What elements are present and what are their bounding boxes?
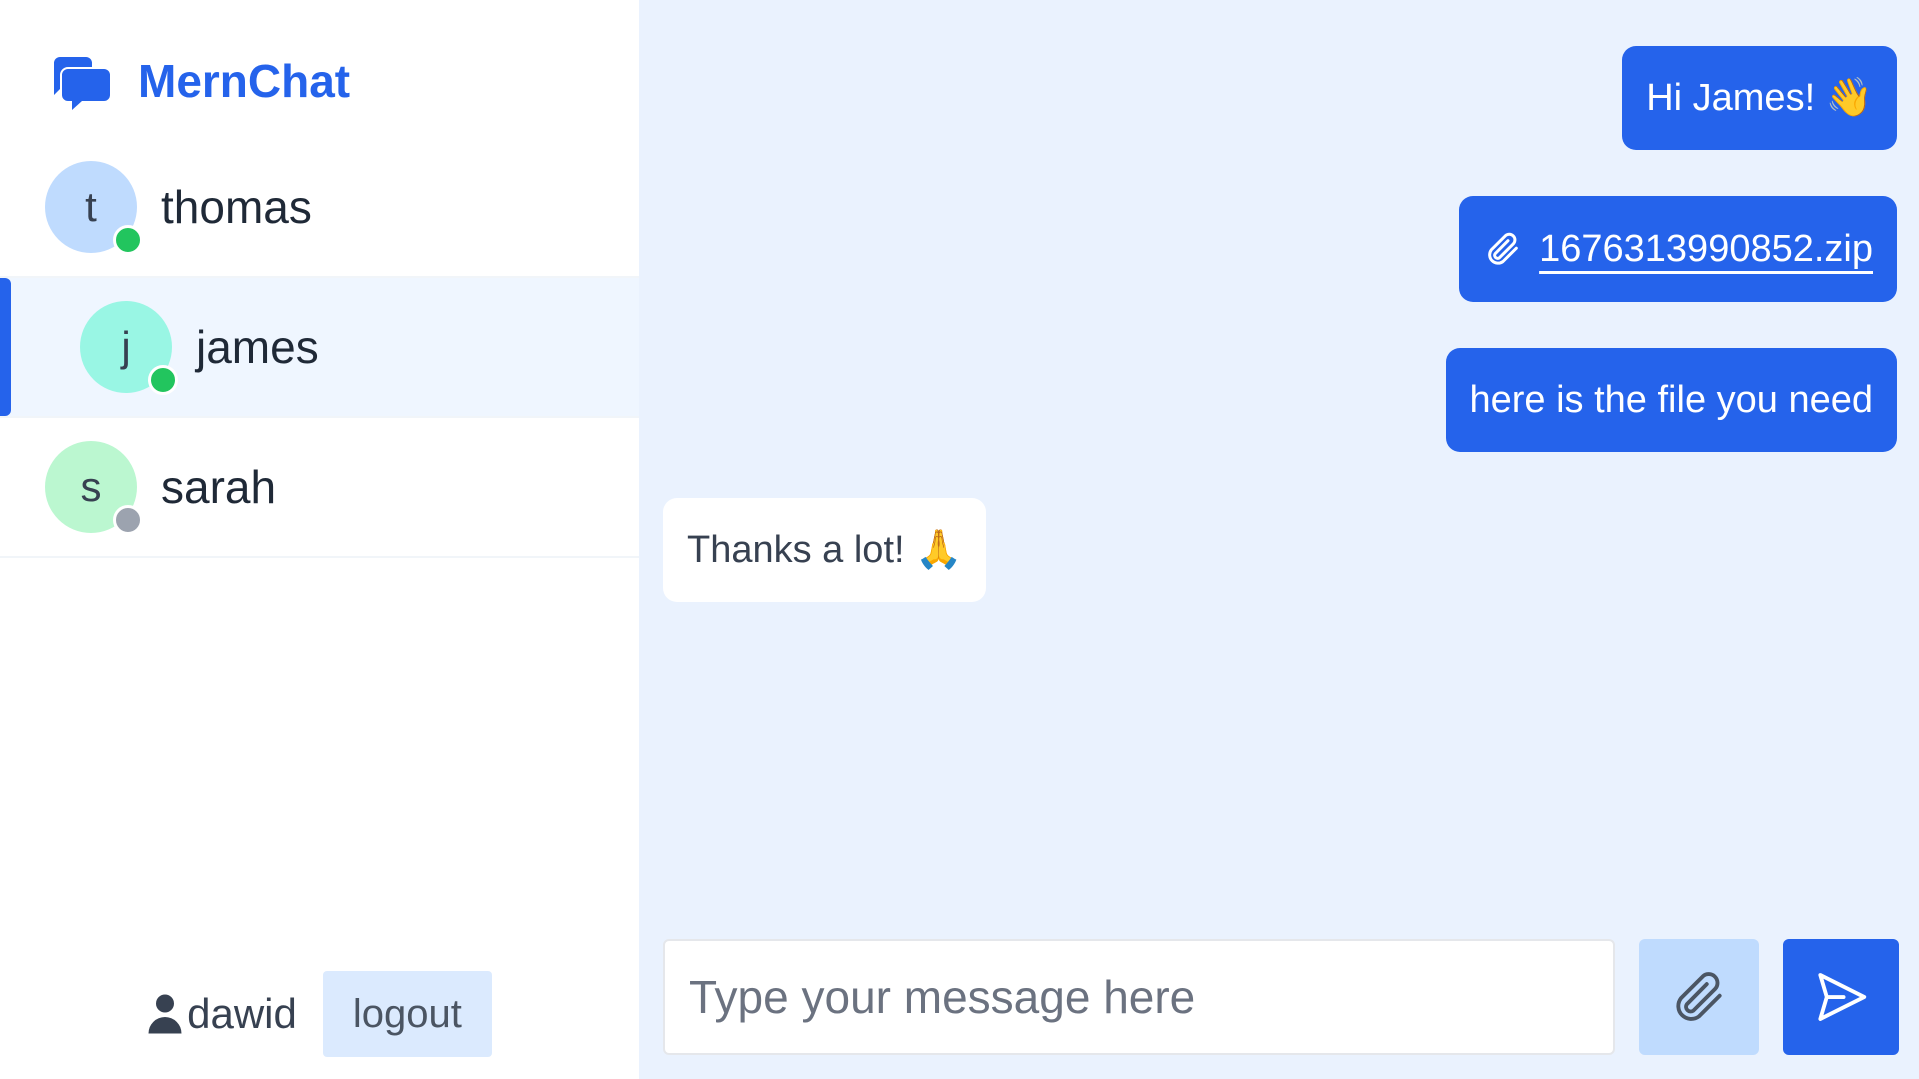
avatar-initial: s (80, 463, 102, 510)
message-text: Hi James! 👋 (1646, 77, 1873, 119)
logout-button[interactable]: logout (322, 971, 492, 1057)
user-icon (148, 994, 182, 1034)
message-bubble-sent: here is the file you need (1445, 348, 1897, 452)
message-bubble-file: 1676313990852.zip (1459, 196, 1897, 302)
username: dawid (187, 990, 297, 1037)
sidebar: MernChat t thomas j james s sarah dawid … (0, 0, 639, 1079)
sidebar-footer: dawid logout (0, 971, 639, 1057)
send-icon (1818, 973, 1867, 1021)
message-bubble-sent: Hi James! 👋 (1622, 46, 1897, 150)
avatar-initial: j (121, 323, 131, 370)
app-window: MernChat t thomas j james s sarah dawid … (0, 0, 1919, 1079)
online-status-indicator (113, 225, 143, 255)
file-name: 1676313990852.zip (1539, 227, 1873, 270)
online-status-indicator (148, 365, 178, 395)
avatar-initial: t (85, 183, 97, 230)
paperclip-icon (1488, 232, 1518, 265)
current-user: dawid (147, 990, 297, 1038)
message-text: Thanks a lot! 🙏 (687, 529, 963, 571)
avatar: t (45, 161, 143, 255)
chat-bubbles-icon (48, 49, 112, 113)
attach-file-button[interactable] (1639, 939, 1759, 1055)
contact-thomas[interactable]: t thomas (0, 138, 639, 278)
message-bubble-received: Thanks a lot! 🙏 (663, 498, 987, 602)
contact-name: thomas (161, 181, 312, 233)
paperclip-icon (1676, 972, 1722, 1021)
offline-status-indicator (113, 505, 143, 535)
message-text: here is the file you need (1469, 378, 1874, 421)
app-logo: MernChat (0, 36, 639, 126)
message-input[interactable] (663, 939, 1615, 1055)
file-attachment-link[interactable]: 1676313990852.zip (1483, 228, 1873, 271)
message-composer (663, 939, 1899, 1055)
contact-name: james (196, 321, 319, 373)
app-name: MernChat (138, 55, 351, 107)
send-button[interactable] (1783, 939, 1899, 1055)
avatar: s (45, 441, 143, 535)
avatar: j (80, 301, 178, 395)
contact-sarah[interactable]: s sarah (0, 418, 639, 558)
contact-list: t thomas j james s sarah (0, 138, 639, 558)
chat-panel: Hi James! 👋 1676313990852.zip here is th… (639, 0, 1919, 1079)
selected-indicator (0, 278, 11, 416)
contact-name: sarah (161, 461, 277, 513)
contact-james[interactable]: j james (0, 278, 639, 418)
